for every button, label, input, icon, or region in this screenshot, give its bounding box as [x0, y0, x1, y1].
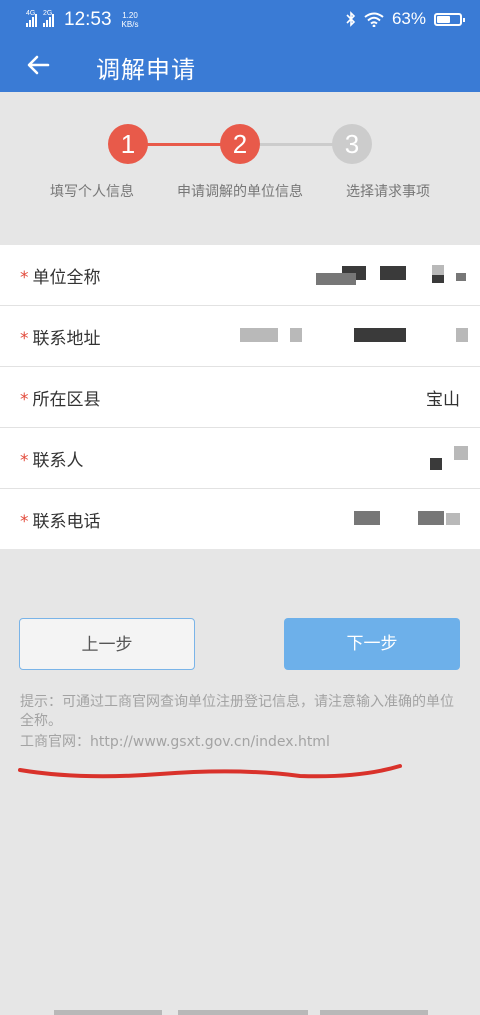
nav-bar-segment — [54, 1010, 162, 1015]
required-mark: * — [20, 451, 29, 471]
field-label-text: 联系地址 — [32, 329, 101, 349]
next-step-button[interactable]: 下一步 — [284, 618, 460, 670]
cellular-signal-icon: 4G — [26, 10, 37, 27]
unit-info-form: * 单位全称 * 联系地址 * 所在区县 宝山 * 联系人 * 联系电话 — [0, 245, 480, 549]
field-label: * 所在区县 — [20, 385, 101, 410]
required-mark: * — [20, 268, 29, 288]
page-title: 调解申请 — [96, 56, 196, 84]
previous-step-button[interactable]: 上一步 — [19, 618, 195, 670]
field-label-text: 联系人 — [32, 451, 84, 471]
step-1-label: 填写个人信息 — [50, 184, 134, 200]
field-label-text: 联系电话 — [32, 512, 101, 532]
battery-icon — [434, 12, 465, 26]
clock: 12:53 — [64, 9, 112, 30]
field-label: * 联系地址 — [20, 324, 101, 349]
app-bar: 调解申请 — [0, 38, 480, 92]
cellular-signal-icon: 2G — [43, 10, 54, 27]
field-label-text: 所在区县 — [32, 390, 101, 410]
step-3-label: 选择请求事项 — [346, 184, 430, 200]
district-value: 宝山 — [426, 390, 460, 410]
required-mark: * — [20, 512, 29, 532]
back-arrow-icon[interactable] — [24, 50, 54, 80]
step-2-label: 申请调解的单位信息 — [177, 184, 303, 200]
wifi-icon — [364, 12, 384, 27]
step-2-circle: 2 — [220, 124, 260, 164]
network-speed: 1.20 KB/s — [121, 11, 139, 29]
status-bar: 4G 2G 12:53 1.20 KB/s 63% — [0, 0, 480, 38]
bluetooth-icon — [346, 11, 356, 27]
field-label: * 单位全称 — [20, 263, 101, 288]
field-label: * 联系人 — [20, 446, 84, 471]
field-unit-name[interactable]: * 单位全称 — [0, 245, 480, 306]
field-address[interactable]: * 联系地址 — [0, 306, 480, 367]
nav-bar-segment — [320, 1010, 428, 1015]
field-district[interactable]: * 所在区县 宝山 — [0, 367, 480, 428]
step-1-circle: 1 — [108, 124, 148, 164]
step-connector — [147, 143, 225, 146]
annotation-underline — [18, 764, 402, 779]
required-mark: * — [20, 390, 29, 410]
hint-message: 提示：可通过工商官网查询单位注册登记信息，请注意输入准确的单位全称。 — [20, 694, 454, 729]
nav-bar-segment — [178, 1010, 308, 1015]
battery-percent: 63% — [391, 9, 426, 28]
field-phone[interactable]: * 联系电话 — [0, 489, 480, 549]
required-mark: * — [20, 329, 29, 349]
field-contact-person[interactable]: * 联系人 — [0, 428, 480, 489]
step-connector — [258, 143, 336, 146]
step-3-circle: 3 — [332, 124, 372, 164]
hint-text: 提示：可通过工商官网查询单位注册登记信息，请注意输入准确的单位全称。 工商官网：… — [20, 693, 465, 752]
field-label: * 联系电话 — [20, 507, 101, 532]
field-label-text: 单位全称 — [32, 268, 101, 288]
progress-stepper: 1 2 3 填写个人信息 申请调解的单位信息 选择请求事项 — [0, 92, 480, 212]
